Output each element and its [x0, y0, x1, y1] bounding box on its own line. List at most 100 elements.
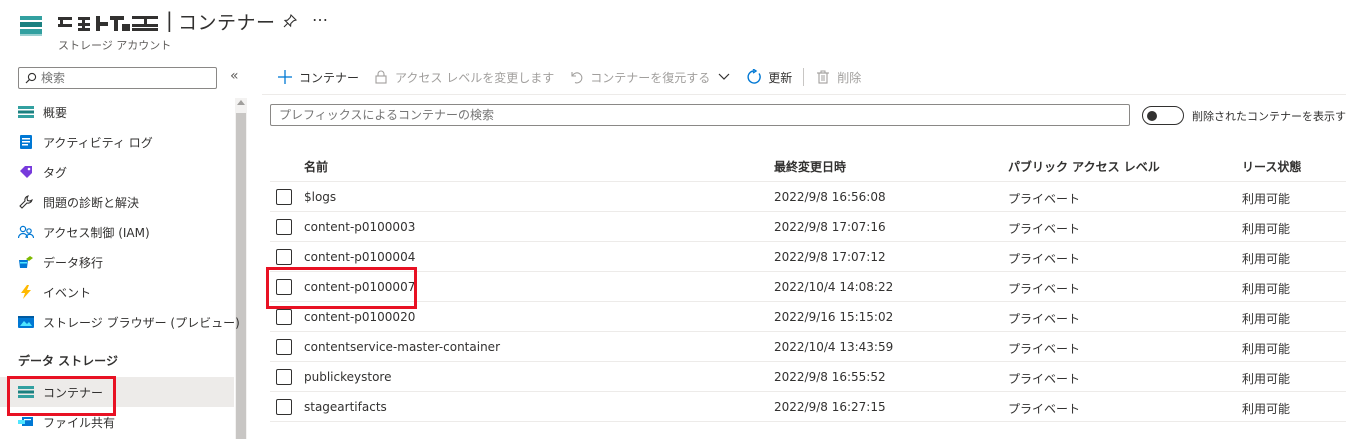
page-title: コンテナー: [178, 12, 276, 34]
highlight-box-sidebar: [7, 376, 116, 416]
row-checkbox[interactable]: [276, 219, 292, 235]
resource-name-redacted: [58, 16, 158, 31]
access-level-cell: プライベート: [1008, 342, 1081, 356]
sidebar-item-label: ストレージ ブラウザー (プレビュー): [43, 315, 240, 330]
toggle-knob: [1147, 110, 1157, 121]
storage-account-icon: [20, 16, 42, 36]
delete-button[interactable]: 削除: [808, 62, 868, 92]
table-row[interactable]: content-p0100003 2022/9/8 17:07:16 プライベー…: [270, 212, 1346, 242]
table-row[interactable]: $logs 2022/9/8 16:56:08 プライベート 利用可能: [270, 182, 1346, 212]
sidebar-item-label: イベント: [43, 285, 92, 300]
table-row[interactable]: publickeystore 2022/9/8 16:55:52 プライベート …: [270, 362, 1346, 392]
activity-log-icon: [18, 134, 34, 150]
table-row[interactable]: content-p0100004 2022/9/8 17:07:12 プライベー…: [270, 242, 1346, 272]
storage-browser-icon: [18, 314, 34, 330]
add-container-label: コンテナー: [299, 70, 360, 85]
lease-state-cell: 利用可能: [1242, 252, 1291, 266]
sidebar-search-input[interactable]: [41, 71, 211, 85]
last-modified-cell: 2022/9/8 16:56:08: [774, 190, 886, 204]
container-search[interactable]: [270, 104, 1130, 126]
row-checkbox[interactable]: [276, 369, 292, 385]
show-deleted-toggle[interactable]: [1142, 106, 1184, 125]
scrollbar-thumb[interactable]: [236, 113, 246, 439]
sidebar-item-label: アクティビティ ログ: [43, 135, 153, 150]
data-migration-icon: [18, 254, 34, 270]
container-name-link[interactable]: content-p0100003: [304, 220, 415, 234]
add-container-button[interactable]: コンテナー: [270, 62, 366, 92]
container-name-link[interactable]: contentservice-master-container: [304, 340, 500, 354]
access-level-cell: プライベート: [1008, 312, 1081, 326]
page-header: | コンテナー … ストレージ アカウント: [0, 0, 1346, 58]
toolbar-divider: [803, 68, 805, 86]
last-modified-cell: 2022/9/8 16:55:52: [774, 370, 886, 384]
sidebar-item-iam[interactable]: アクセス制御 (IAM): [0, 217, 234, 247]
plus-icon: [277, 69, 293, 85]
wrench-icon: [18, 194, 34, 210]
sidebar-item-events[interactable]: イベント: [0, 277, 234, 307]
show-deleted-label: 削除されたコンテナーを表示する: [1192, 110, 1346, 123]
people-icon: [18, 224, 34, 240]
scroll-up-arrow-icon[interactable]: [237, 100, 245, 105]
command-bar: コンテナー アクセス レベルを変更します コンテナーを復元する 更新 削除: [270, 62, 868, 92]
chevron-down-icon: [716, 69, 732, 85]
last-modified-cell: 2022/9/16 15:15:02: [774, 310, 894, 324]
column-header-lease-state[interactable]: リース状態: [1242, 158, 1301, 175]
column-header-last-modified[interactable]: 最終変更日時: [774, 158, 846, 175]
container-name-link[interactable]: publickeystore: [304, 370, 391, 384]
table-row[interactable]: contentservice-master-container 2022/10/…: [270, 332, 1346, 362]
lease-state-cell: 利用可能: [1242, 222, 1291, 236]
more-options-icon[interactable]: …: [312, 6, 328, 25]
undo-icon: [568, 69, 584, 85]
last-modified-cell: 2022/9/8 17:07:16: [774, 220, 886, 234]
lease-state-cell: 利用可能: [1242, 312, 1291, 326]
container-search-input[interactable]: [279, 108, 1119, 122]
row-checkbox[interactable]: [276, 249, 292, 265]
row-checkbox[interactable]: [276, 399, 292, 415]
sidebar-item-storage-browser[interactable]: ストレージ ブラウザー (プレビュー): [0, 307, 240, 337]
pin-icon[interactable]: [282, 13, 298, 29]
access-level-cell: プライベート: [1008, 372, 1081, 386]
column-header-name[interactable]: 名前: [304, 158, 328, 175]
overview-icon: [18, 104, 34, 120]
row-checkbox[interactable]: [276, 189, 292, 205]
sidebar-item-label: 概要: [43, 105, 68, 120]
last-modified-cell: 2022/10/4 13:43:59: [774, 340, 894, 354]
refresh-icon: [746, 69, 762, 85]
row-checkbox[interactable]: [276, 339, 292, 355]
row-checkbox[interactable]: [276, 309, 292, 325]
sidebar-item-tags[interactable]: タグ: [0, 157, 234, 187]
table-row[interactable]: content-p0100007 2022/10/4 14:08:22 プライベ…: [270, 272, 1346, 302]
sidebar-item-diagnose[interactable]: 問題の診断と解決: [0, 187, 234, 217]
sidebar-item-activity-log[interactable]: アクティビティ ログ: [0, 127, 234, 157]
sidebar-item-label: ファイル共有: [43, 415, 116, 430]
last-modified-cell: 2022/10/4 14:08:22: [774, 280, 894, 294]
restore-container-button[interactable]: コンテナーを復元する: [561, 62, 739, 92]
access-level-cell: プライベート: [1008, 402, 1081, 416]
last-modified-cell: 2022/9/8 16:27:15: [774, 400, 886, 414]
refresh-button[interactable]: 更新: [739, 62, 799, 92]
lightning-icon: [18, 284, 34, 300]
table-header-row: 名前 最終変更日時 パブリック アクセス レベル リース状態: [270, 150, 1346, 182]
access-level-cell: プライベート: [1008, 252, 1081, 266]
access-level-cell: プライベート: [1008, 222, 1081, 236]
change-access-level-button[interactable]: アクセス レベルを変更します: [366, 62, 561, 92]
lease-state-cell: 利用可能: [1242, 402, 1291, 416]
refresh-label: 更新: [768, 70, 793, 85]
lock-icon: [373, 69, 389, 85]
container-name-link[interactable]: $logs: [304, 190, 336, 204]
section-header-data-storage: データ ストレージ: [18, 354, 118, 368]
table-row[interactable]: content-p0100020 2022/9/16 15:15:02 プライベ…: [270, 302, 1346, 332]
search-icon: [25, 72, 37, 84]
lease-state-cell: 利用可能: [1242, 372, 1291, 386]
container-name-link[interactable]: content-p0100020: [304, 310, 415, 324]
container-name-link[interactable]: stageartifacts: [304, 400, 387, 414]
sidebar-item-label: データ移行: [43, 255, 104, 270]
sidebar-item-overview[interactable]: 概要: [0, 97, 234, 127]
sidebar-search[interactable]: [18, 67, 217, 89]
sidebar-item-data-migration[interactable]: データ移行: [0, 247, 234, 277]
container-name-link[interactable]: content-p0100004: [304, 250, 415, 264]
table-row[interactable]: stageartifacts 2022/9/8 16:27:15 プライベート …: [270, 392, 1346, 422]
change-access-level-label: アクセス レベルを変更します: [395, 70, 555, 85]
column-header-public-access[interactable]: パブリック アクセス レベル: [1008, 158, 1160, 175]
collapse-sidebar-icon[interactable]: «: [230, 68, 239, 84]
